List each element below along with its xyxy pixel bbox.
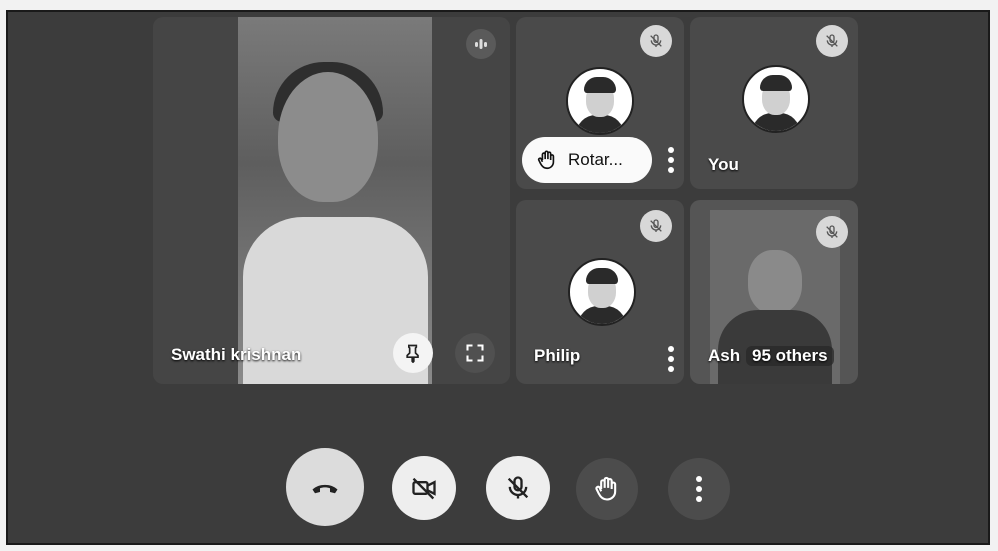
hand-raised-pill[interactable]: Rotar... [522, 137, 652, 183]
avatar [566, 67, 634, 135]
mic-off-badge [816, 216, 848, 248]
raise-hand-button[interactable] [576, 458, 638, 520]
camera-off-icon [412, 477, 436, 500]
mic-off-icon [650, 219, 662, 232]
mic-off-icon [826, 225, 838, 238]
pin-icon [406, 344, 419, 363]
mic-toggle-button[interactable] [486, 456, 550, 520]
fullscreen-button[interactable] [455, 333, 495, 373]
hang-up-icon [312, 484, 338, 494]
audio-levels-badge [466, 29, 496, 59]
more-options-button[interactable] [668, 458, 730, 520]
speaker-name: Swathi krishnan [171, 345, 302, 364]
raise-hand-icon [595, 476, 617, 501]
avatar [742, 65, 810, 133]
raise-hand-icon [537, 150, 555, 170]
mic-off-icon [650, 34, 662, 47]
avatar [568, 258, 636, 326]
participant-name: You [708, 155, 739, 174]
mic-off-badge [640, 25, 672, 57]
more-options-button[interactable] [668, 147, 674, 173]
hand-raised-name: Rotar... [568, 150, 623, 169]
meeting-screen: Swathi krishnan Rotar... You Philip Ash … [6, 10, 990, 545]
speaker-head [278, 72, 378, 202]
participant-tile-rotary[interactable]: Rotar... [516, 17, 684, 189]
participant-name: Ash [708, 346, 741, 365]
participant-tile-you[interactable]: You [690, 17, 858, 189]
more-options-button[interactable] [668, 346, 674, 372]
more-vert-icon [696, 476, 702, 502]
camera-toggle-button[interactable] [392, 456, 456, 520]
mic-off-icon [507, 476, 529, 499]
audio-levels-icon [475, 39, 487, 49]
speaker-video [238, 17, 432, 384]
fullscreen-icon [466, 344, 484, 362]
leave-call-button[interactable] [286, 448, 364, 526]
pin-button[interactable] [393, 333, 433, 373]
main-speaker-tile[interactable]: Swathi krishnan [153, 17, 510, 384]
participant-tile-philip[interactable]: Philip [516, 200, 684, 384]
participant-name: Philip [534, 346, 581, 365]
mic-off-badge [640, 210, 672, 242]
others-count-label[interactable]: 95 others [746, 346, 834, 366]
participant-tile-others[interactable]: Ash 95 others [690, 200, 858, 384]
mic-off-icon [826, 34, 838, 47]
mic-off-badge [816, 25, 848, 57]
